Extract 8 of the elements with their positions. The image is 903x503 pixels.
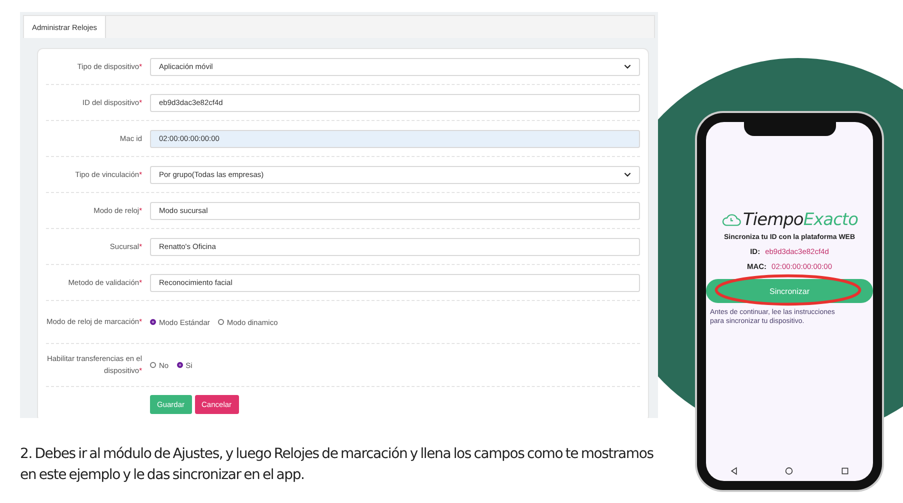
cloud-clock-icon <box>721 213 742 227</box>
home-icon[interactable] <box>785 467 794 475</box>
chevron-icon <box>624 172 631 177</box>
recents-icon[interactable] <box>841 467 850 475</box>
chevron-icon <box>624 64 631 69</box>
instruction-text: 2. Debes ir al módulo de Ajustes, y luego Relojes de marcación y llena los campos como te mostramos en este ejemplo y le das sincronizar en el app. <box>20 445 654 485</box>
back-icon[interactable] <box>730 467 738 475</box>
logo-text: TiempoExacto <box>743 210 858 230</box>
